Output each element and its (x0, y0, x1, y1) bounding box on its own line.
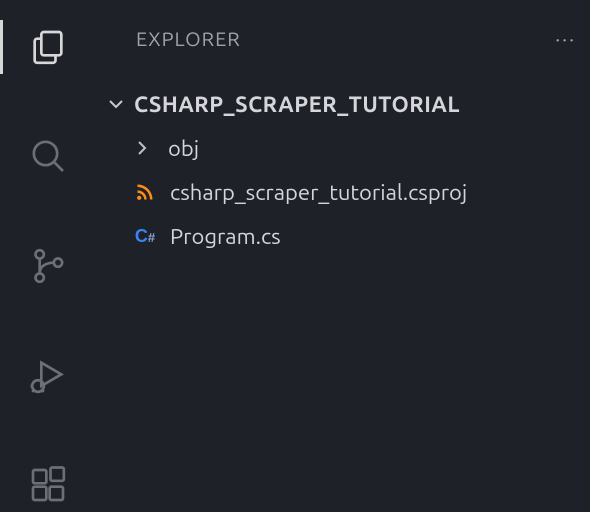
file-tree: CSHARP_SCRAPER_TUTORIAL obj csharp_scrap… (96, 82, 590, 258)
tree-file-program-cs[interactable]: C# Program.cs (96, 214, 590, 258)
file-label: Program.cs (170, 224, 281, 249)
extensions-icon (28, 465, 68, 505)
chevron-right-icon (130, 136, 154, 160)
search-icon (28, 136, 68, 176)
activity-bar (0, 0, 96, 512)
source-control-icon (28, 246, 68, 286)
csharp-file-icon: C# (134, 225, 156, 247)
tree-file-csproj[interactable]: csharp_scraper_tutorial.csproj (96, 170, 590, 214)
debug-icon (28, 356, 68, 396)
activity-explorer[interactable] (0, 20, 96, 74)
folder-label: obj (168, 136, 199, 161)
activity-source-control[interactable] (0, 239, 96, 293)
activity-run-debug[interactable] (0, 349, 96, 403)
tree-folder-obj[interactable]: obj (96, 126, 590, 170)
explorer-sidebar: EXPLORER ··· CSHARP_SCRAPER_TUTORIAL obj (96, 0, 590, 512)
file-label: csharp_scraper_tutorial.csproj (170, 180, 467, 205)
explorer-title: EXPLORER (136, 27, 241, 50)
explorer-header: EXPLORER ··· (96, 18, 590, 58)
activity-search[interactable] (0, 130, 96, 184)
files-icon (28, 27, 68, 67)
root-folder-label: CSHARP_SCRAPER_TUTORIAL (134, 92, 460, 117)
activity-extensions[interactable] (0, 458, 96, 512)
rss-icon (134, 181, 156, 203)
tree-root-folder[interactable]: CSHARP_SCRAPER_TUTORIAL (96, 82, 590, 126)
more-actions-icon[interactable]: ··· (555, 27, 576, 50)
chevron-down-icon (104, 92, 128, 116)
